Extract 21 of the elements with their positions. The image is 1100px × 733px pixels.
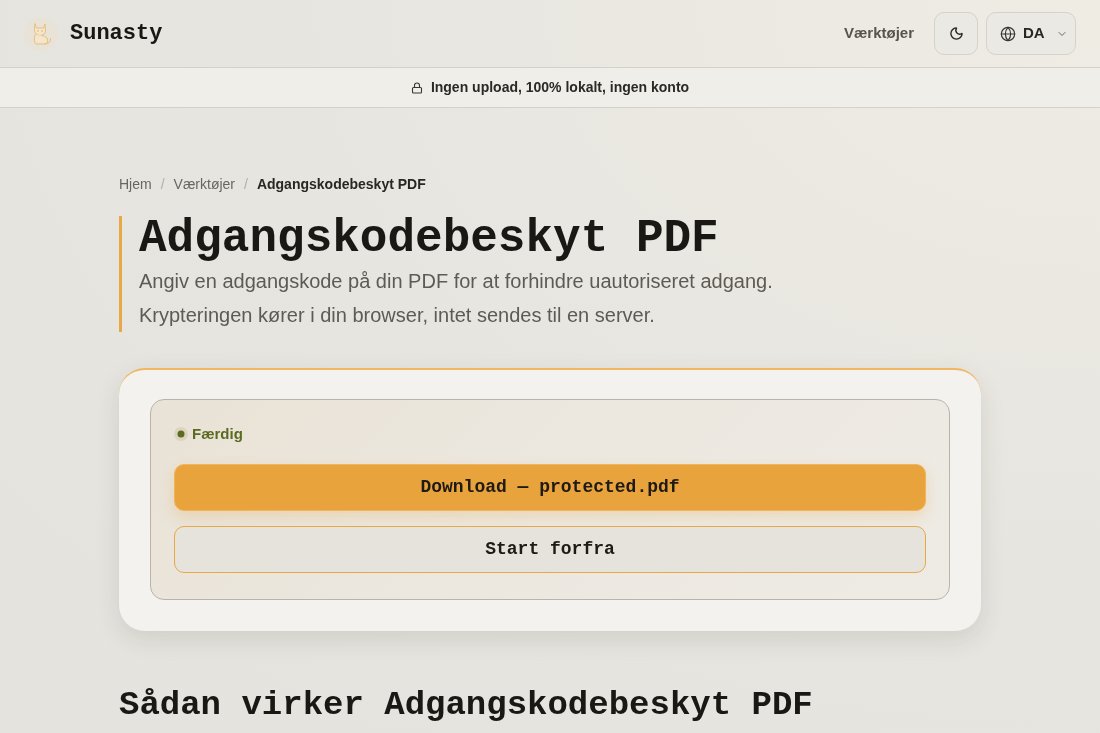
cat-logo-icon — [24, 16, 58, 51]
breadcrumb-link[interactable]: Værktøjer — [173, 173, 235, 195]
status-dot-icon — [174, 427, 188, 441]
page-title: Adgangskodebeskyt PDF — [139, 216, 720, 262]
page-description: Angiv en adgangskode på din PDF for at forhindre uautoriseret adgang. Krypteringen kører i din browser, intet sendes til en server. — [139, 269, 774, 328]
breadcrumb-separator: / — [160, 174, 165, 194]
nav-link[interactable]: Værktøjer — [843, 22, 914, 45]
banner-text: Ingen upload, 100% lokalt, ingen konto — [430, 78, 690, 97]
breadcrumb-link[interactable]: Adgangskodebeskyt PDF — [256, 173, 426, 195]
restart-button[interactable]: Start forfra — [174, 526, 926, 573]
globe-icon — [1000, 25, 1016, 42]
section-heading: Sådan virker Adgangskodebeskyt PDF — [119, 685, 814, 725]
status-text: Færdig — [192, 423, 243, 444]
lock-icon — [410, 81, 423, 94]
breadcrumb-separator: / — [244, 174, 248, 194]
download-button[interactable]: Download — protected.pdf — [174, 464, 926, 511]
language-button[interactable]: DA — [986, 12, 1076, 55]
breadcrumb-link[interactable]: Hjem — [119, 173, 152, 195]
theme-toggle-button[interactable] — [934, 12, 978, 55]
moon-icon — [948, 26, 964, 41]
logo-text[interactable]: Sunasty — [70, 17, 163, 50]
